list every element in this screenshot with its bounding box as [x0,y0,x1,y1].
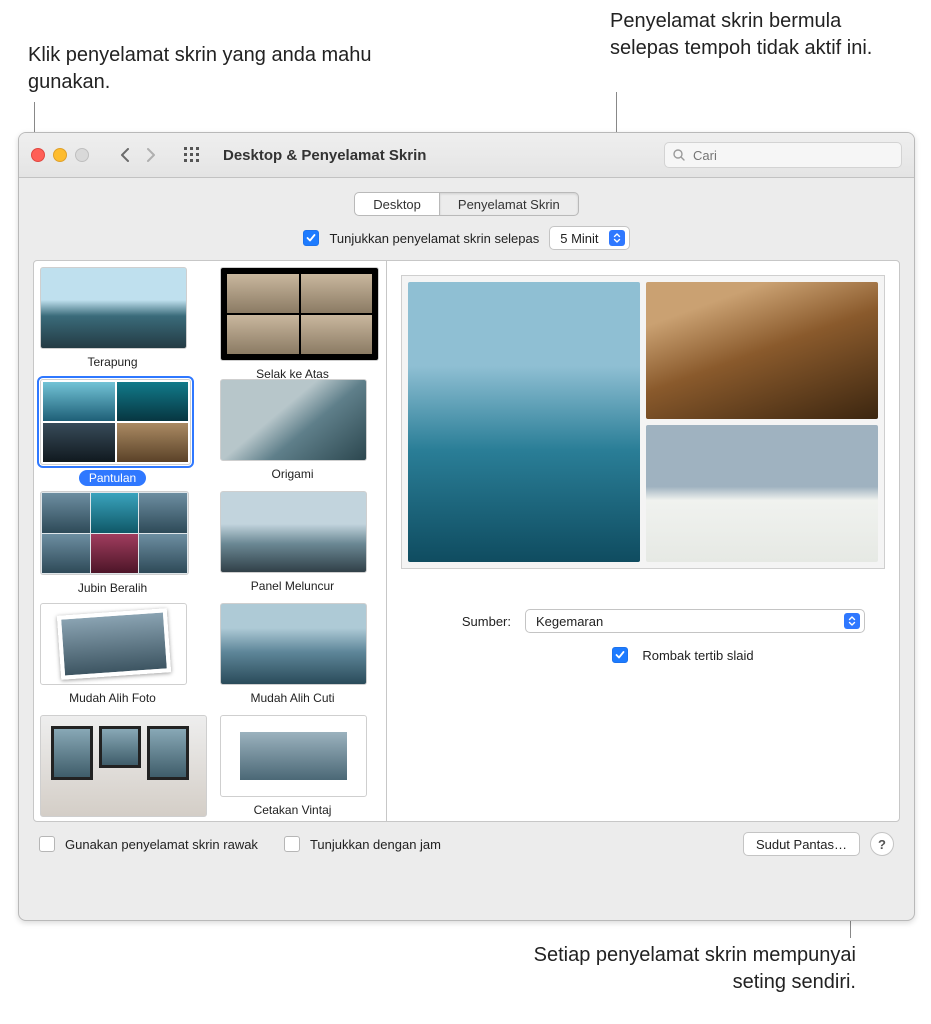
random-checkbox[interactable] [39,836,55,852]
list-item-label: Mudah Alih Cuti [250,691,334,705]
thumbnail [40,379,191,465]
shuffle-label: Rombak tertib slaid [642,648,753,663]
zoom-button [75,148,89,162]
source-select[interactable]: Kegemaran [525,609,865,633]
screensaver-preview[interactable] [401,275,885,569]
shuffle-checkbox[interactable] [612,647,628,663]
close-button[interactable] [31,148,45,162]
preferences-window: Desktop & Penyelamat Skrin Desktop Penye… [18,132,915,921]
list-item[interactable]: Selak ke Atas [220,267,365,379]
show-all-button[interactable] [183,146,201,164]
list-item[interactable]: Origami [220,379,365,491]
thumbnail [220,491,367,573]
chevron-updown-icon [609,230,625,246]
hot-corners-button[interactable]: Sudut Pantas… [743,832,860,856]
source-value: Kegemaran [536,614,603,629]
thumbnail [220,379,367,461]
list-item[interactable]: Mudah Alih Cuti [220,603,365,715]
list-item-label: Jubin Beralih [78,581,147,595]
search-field[interactable] [664,142,902,168]
preview-image [646,282,878,419]
clock-checkbox[interactable] [284,836,300,852]
tab-screensaver[interactable]: Penyelamat Skrin [440,192,579,216]
forward-button[interactable] [139,143,163,167]
titlebar: Desktop & Penyelamat Skrin [19,133,914,178]
window-title: Desktop & Penyelamat Skrin [223,147,426,164]
list-item-label: Pantulan [79,470,146,486]
thumbnail [220,603,367,685]
preview-image [646,425,878,562]
list-item-label: Terapung [87,355,137,369]
delay-value: 5 Minit [560,231,598,246]
window-controls [31,148,89,162]
list-item[interactable]: Cetakan Vintaj [220,715,365,821]
source-label: Sumber: [431,614,511,629]
back-button[interactable] [113,143,137,167]
preview-pane: Sumber: Kegemaran Rombak tertib slaid [387,261,899,821]
chevron-updown-icon [844,613,860,629]
list-item-label: Panel Meluncur [251,579,334,593]
callout-text: Klik penyelamat skrin yang anda mahu gun… [28,42,398,96]
minimize-button[interactable] [53,148,67,162]
preview-image [408,282,640,562]
show-after-checkbox[interactable] [303,230,319,246]
list-item-label: Mudah Alih Foto [69,691,156,705]
thumbnail [40,715,207,817]
callout-text: Setiap penyelamat skrin mempunyai seting… [476,942,856,996]
list-item-label: Origami [271,467,313,481]
list-item[interactable]: Pantulan [40,379,185,491]
thumbnail [220,715,367,797]
search-input[interactable] [691,147,893,164]
list-item[interactable]: Jubin Beralih [40,491,185,603]
thumbnail [40,491,189,575]
help-button[interactable]: ? [870,832,894,856]
callout-text: Penyelamat skrin bermula selepas tempoh … [610,8,910,62]
clock-label: Tunjukkan dengan jam [310,837,441,852]
list-item[interactable]: Dinding Foto [40,715,185,821]
search-icon [673,149,685,161]
list-item[interactable]: Mudah Alih Foto [40,603,185,715]
list-item[interactable]: Terapung [40,267,185,379]
thumbnail [40,267,187,349]
tab-group: Desktop Penyelamat Skrin [33,192,900,216]
thumbnail [220,267,379,361]
list-item-label: Cetakan Vintaj [254,803,332,817]
footer: Gunakan penyelamat skrin rawak Tunjukkan… [33,822,900,856]
show-after-label: Tunjukkan penyelamat skrin selepas [329,231,539,246]
delay-select[interactable]: 5 Minit [549,226,629,250]
screensaver-list[interactable]: Terapung Selak ke Atas Pantulan Origami … [34,261,387,821]
thumbnail [40,603,187,685]
list-item[interactable]: Panel Meluncur [220,491,365,603]
tab-desktop[interactable]: Desktop [354,192,440,216]
random-label: Gunakan penyelamat skrin rawak [65,837,258,852]
